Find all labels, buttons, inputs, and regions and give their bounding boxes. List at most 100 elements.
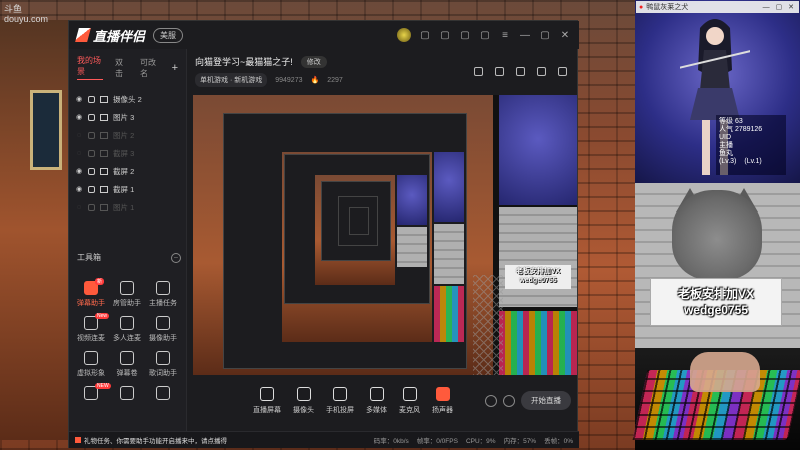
tool-item[interactable]: 视频连麦 New bbox=[73, 313, 110, 343]
tab-my-scene[interactable]: 我的场景 bbox=[77, 55, 104, 80]
source-type-icon bbox=[100, 167, 108, 175]
edit-title-button[interactable]: 修改 bbox=[300, 55, 327, 68]
add-scene-button[interactable]: + bbox=[172, 62, 178, 74]
tool-badge: 新 bbox=[95, 278, 105, 285]
menu-icon[interactable]: ≡ bbox=[499, 30, 511, 41]
tool-label: 房管助手 bbox=[113, 300, 141, 307]
tool-item[interactable] bbox=[109, 386, 145, 403]
source-item[interactable]: ◌ 图片 1 bbox=[69, 198, 186, 216]
tool-icon bbox=[84, 351, 98, 365]
save-icon[interactable] bbox=[516, 67, 525, 76]
stat-line: 主播 bbox=[719, 142, 733, 149]
game-wall-left bbox=[0, 20, 70, 440]
bottom-tool-button[interactable]: 多媒体 bbox=[366, 387, 387, 415]
eye-icon[interactable]: ◌ bbox=[75, 204, 83, 211]
eye-icon[interactable]: ◉ bbox=[75, 113, 83, 121]
edition-badge[interactable]: 美服 bbox=[153, 27, 184, 43]
eye-icon[interactable]: ◌ bbox=[75, 132, 83, 139]
lock-icon[interactable] bbox=[88, 167, 95, 175]
window-control-icons[interactable]: — ▢ ✕ bbox=[763, 3, 799, 11]
source-type-icon bbox=[100, 131, 108, 139]
minimize-button[interactable]: — bbox=[519, 30, 531, 41]
start-stream-button[interactable]: 开始直播 bbox=[521, 391, 571, 410]
notice-icon bbox=[75, 437, 81, 443]
tool-item[interactable]: 主播任务 bbox=[145, 281, 181, 308]
tool-item[interactable]: 虚拟形象 bbox=[73, 351, 109, 378]
stream-title-row: 向猫登学习~最猫猫之子! 修改 bbox=[195, 55, 327, 68]
bottom-tool-button[interactable]: 摄像头 bbox=[293, 387, 314, 415]
tool-label: 弹幕助手 bbox=[77, 300, 105, 307]
cat-sign-line2: wedge0755 bbox=[683, 303, 749, 317]
app-brand: 直播伴侣 bbox=[75, 26, 145, 45]
bell-icon[interactable] bbox=[537, 67, 546, 76]
bottom-right-controls: 开始直播 bbox=[485, 391, 571, 410]
lock-icon[interactable] bbox=[88, 149, 95, 157]
bottom-tool-button[interactable]: 直播屏幕 bbox=[253, 387, 281, 415]
status-notice[interactable]: 礼物任务、你需要助手功能开启播来中，请点播得 bbox=[75, 435, 227, 445]
tool-item[interactable]: 弹幕卷 bbox=[109, 351, 145, 378]
source-item[interactable]: ◉ 截屏 2 bbox=[69, 162, 186, 180]
douyu-watermark: 斗鱼 douyu.com bbox=[4, 4, 48, 24]
close-button[interactable]: ✕ bbox=[559, 30, 571, 41]
bottom-tool-label: 扬声器 bbox=[432, 407, 453, 414]
source-item[interactable]: ◉ 图片 3 bbox=[69, 108, 186, 126]
nested-anime-2 bbox=[397, 175, 427, 225]
tools-title: 工具箱 bbox=[77, 253, 101, 262]
bottom-tool-button[interactable]: 麦克风 bbox=[399, 387, 420, 415]
tool-item[interactable]: 歌词助手 bbox=[145, 351, 181, 378]
tool-item[interactable]: 弹幕助手 新 bbox=[73, 278, 109, 308]
tool-item[interactable]: NEW bbox=[73, 383, 111, 403]
tool-item[interactable]: 摄像助手 bbox=[145, 316, 181, 343]
tab-scene-2[interactable]: 双击 bbox=[115, 57, 128, 79]
tool-item[interactable]: 房管助手 bbox=[109, 281, 145, 308]
tool-item[interactable]: 多人连麦 bbox=[109, 316, 145, 343]
stream-info-bar: 向猫登学习~最猫猫之子! 修改 单机游戏 · 新机游戏 9949273 🔥 22… bbox=[193, 51, 573, 91]
source-item[interactable]: ◌ 图片 2 bbox=[69, 126, 186, 144]
viewer-stats-box: 等级 63 人气 2789126 UID 主播 鱼丸 (Lv.3) (Lv.1) bbox=[716, 115, 786, 175]
category-selector[interactable]: 单机游戏 · 新机游戏 bbox=[195, 73, 268, 87]
gift-icon[interactable]: ▢ bbox=[439, 30, 451, 41]
bottom-tool-label: 麦克风 bbox=[399, 407, 420, 414]
source-item[interactable]: ◌ 截屏 3 bbox=[69, 144, 186, 162]
eye-icon[interactable]: ◉ bbox=[75, 167, 83, 175]
source-item[interactable]: ◉ 截屏 1 bbox=[69, 180, 186, 198]
lock-icon[interactable] bbox=[88, 185, 95, 193]
bottom-tool-button[interactable]: 扬声器 bbox=[432, 387, 453, 415]
source-label: 截屏 3 bbox=[113, 148, 135, 158]
preview-anime-cam bbox=[499, 95, 577, 205]
shirt-icon[interactable]: ▢ bbox=[459, 30, 471, 41]
cat-sign-line1: 老板安排加VX bbox=[677, 287, 754, 301]
anime-window-titlebar[interactable]: ● 鸭鼠灰莱之犬 — ▢ ✕ bbox=[636, 1, 799, 13]
bottom-tool-button[interactable]: 手机投屏 bbox=[326, 387, 354, 415]
source-buttons: 直播屏幕 摄像头 手机投屏 多媒体 麦克风 扬声器 bbox=[253, 387, 453, 415]
eye-icon[interactable]: ◌ bbox=[75, 150, 83, 157]
layout-icon[interactable] bbox=[474, 67, 483, 76]
record-icon[interactable] bbox=[485, 394, 497, 407]
source-label: 图片 1 bbox=[113, 202, 135, 212]
source-type-icon bbox=[100, 203, 108, 211]
lock-icon[interactable] bbox=[88, 131, 95, 139]
stream-meta: 单机游戏 · 新机游戏 9949273 🔥 2297 bbox=[195, 73, 343, 87]
source-label: 截屏 1 bbox=[113, 184, 135, 194]
collapse-icon[interactable]: – bbox=[171, 252, 181, 263]
tools-grid: 弹幕助手 新房管助手 主播任务视频连麦 New 多人连麦 摄像助手虚拟形象 弹幕卷 歌词助手 N… bbox=[73, 278, 183, 403]
bottom-tool-label: 摄像头 bbox=[293, 407, 314, 414]
settings-icon[interactable] bbox=[503, 394, 515, 407]
lock-icon[interactable] bbox=[88, 95, 95, 103]
tab-scene-3[interactable]: 可改名 bbox=[140, 57, 160, 79]
maximize-button[interactable]: ▢ bbox=[539, 30, 551, 41]
scene-tabs: 我的场景 双击 可改名 + bbox=[69, 49, 186, 86]
share-icon[interactable] bbox=[558, 67, 567, 76]
avatar[interactable] bbox=[397, 28, 411, 42]
skin-icon[interactable]: ▢ bbox=[479, 30, 491, 41]
source-item[interactable]: ◉ 摄像头 2 bbox=[69, 90, 186, 108]
eye-icon[interactable]: ◉ bbox=[75, 95, 83, 103]
source-type-icon bbox=[100, 95, 108, 103]
stream-preview[interactable]: 老板安排加VX wedge0755 bbox=[193, 95, 577, 375]
eye-icon[interactable]: ◉ bbox=[75, 185, 83, 193]
lock-icon[interactable] bbox=[495, 67, 504, 76]
lock-icon[interactable] bbox=[88, 113, 95, 121]
lock-icon[interactable] bbox=[88, 203, 95, 211]
message-icon[interactable]: ▢ bbox=[419, 30, 431, 41]
tool-item[interactable] bbox=[145, 386, 181, 403]
